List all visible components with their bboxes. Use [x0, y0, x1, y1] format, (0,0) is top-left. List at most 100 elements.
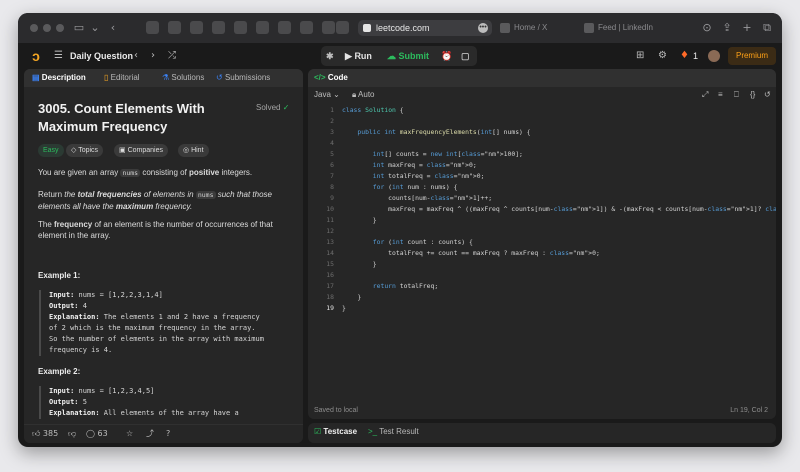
leetcode-logo[interactable]: ↄ	[28, 48, 44, 64]
code-line[interactable]: ​	[342, 138, 776, 149]
like-button[interactable]: 👍︎ 385	[32, 428, 58, 440]
help-icon[interactable]: ?	[166, 428, 170, 440]
submit-label: Submit	[398, 51, 430, 61]
problem-list-icon[interactable]: ☰	[54, 48, 63, 64]
chip-label: Topics	[78, 147, 99, 154]
code-line[interactable]: }	[342, 259, 776, 270]
alarm-icon[interactable]: ⏰	[441, 49, 452, 63]
code-line[interactable]: int totalFreq = class="nm">0;	[342, 171, 776, 182]
solved-label: Solved	[256, 103, 281, 112]
extension-icon[interactable]	[256, 21, 269, 34]
back-icon[interactable]: ‹	[106, 21, 120, 35]
share-icon[interactable]: ⤴	[146, 428, 154, 440]
tab-code[interactable]: </> Code	[314, 69, 348, 87]
comments-button[interactable]: ◯ 63	[86, 428, 108, 440]
extension-icon[interactable]	[190, 21, 203, 34]
code-lines[interactable]: class Solution {​ public int maxFrequenc…	[342, 105, 776, 314]
minimize-window-button[interactable]	[43, 24, 51, 32]
debug-icon[interactable]: ✱	[326, 49, 334, 63]
code-line[interactable]: ​	[342, 226, 776, 237]
notes-icon[interactable]: ▢	[461, 49, 470, 63]
mode-toggle[interactable]: 🔒︎ Auto	[352, 89, 375, 101]
code-line[interactable]: counts[num-class="nm">1]++;	[342, 193, 776, 204]
run-label: Run	[354, 51, 372, 61]
code-line[interactable]: int[] counts = new int[class="nm">100];	[342, 149, 776, 160]
tab-title: Home / X	[514, 23, 548, 32]
code-line[interactable]: return totalFreq;	[342, 281, 776, 292]
language-select[interactable]: Java ⌄	[314, 89, 340, 101]
extension-icon[interactable]	[168, 21, 181, 34]
line-number: 5	[330, 150, 334, 158]
chevron-down-icon[interactable]: ⌄	[88, 21, 102, 35]
dislike-icon[interactable]: 👎︎	[68, 428, 76, 440]
submit-button[interactable]: ☁ Submit	[387, 49, 429, 63]
browser-tab[interactable]: Home / X	[500, 20, 580, 36]
bookmark-icon[interactable]: ⎕	[734, 89, 739, 101]
line-number: 18	[326, 293, 334, 301]
reset-icon[interactable]: ↺	[764, 89, 771, 101]
code-line[interactable]: }	[342, 292, 776, 303]
settings-icon[interactable]: ⚙	[658, 48, 667, 64]
zoom-window-button[interactable]	[56, 24, 64, 32]
tab-solutions[interactable]: ⚗ Solutions	[162, 69, 204, 87]
streak-count[interactable]: 1	[693, 49, 698, 63]
language-label: Java	[314, 90, 331, 99]
extension-icon[interactable]	[212, 21, 225, 34]
code-line[interactable]: }	[342, 215, 776, 226]
tab-label: Description	[41, 73, 86, 82]
code-editor[interactable]: 1 2 3 4 5 6 7 8 9 10 11 12 13 14 15 16 17 18 19 class Solu…	[308, 105, 776, 395]
layout-grid-icon[interactable]: ⊞	[636, 48, 644, 64]
companies-chip[interactable]: ▣ Companies	[114, 144, 168, 157]
new-tab-icon[interactable]: +	[740, 21, 754, 35]
code-line[interactable]: for (int num : nums) {	[342, 182, 776, 193]
avatar[interactable]	[708, 50, 720, 62]
tab-label: Solutions	[171, 73, 205, 82]
close-window-button[interactable]	[30, 24, 38, 32]
browser-tab[interactable]: Feed | LinkedIn	[584, 20, 684, 36]
tab-testcase[interactable]: ☑ Testcase	[314, 423, 357, 441]
code-line[interactable]: maxFreq = maxFreq ^ ((maxFreq ^ counts[n…	[342, 204, 776, 215]
sidebar-icon[interactable]: ▭	[72, 21, 86, 35]
prev-problem-icon[interactable]: ‹	[134, 48, 138, 64]
tab-overview-icon[interactable]: ⧉	[760, 21, 774, 35]
tab-test-result[interactable]: >_ Test Result	[368, 423, 419, 441]
extension-icon[interactable]	[278, 21, 291, 34]
extension-icon[interactable]	[322, 21, 335, 34]
star-icon[interactable]: ☆	[126, 428, 133, 440]
extension-icon[interactable]	[234, 21, 247, 34]
next-problem-icon[interactable]: ›	[151, 48, 155, 64]
address-bar[interactable]: leetcode.com •••	[358, 20, 492, 36]
terminal-icon: >_	[368, 427, 378, 436]
download-icon[interactable]: ⊙	[700, 21, 714, 35]
premium-button[interactable]: Premium	[728, 47, 776, 65]
tab-description[interactable]: ▤ Description	[32, 69, 86, 87]
inline-code: nums	[195, 191, 216, 199]
extension-icon[interactable]	[300, 21, 313, 34]
example-key: Explanation:	[49, 313, 100, 321]
code-line[interactable]: totalFreq += count == maxFreq ? maxFreq …	[342, 248, 776, 259]
document-icon: ▤	[32, 73, 40, 82]
expand-icon[interactable]: ⤢	[702, 89, 708, 101]
topics-chip[interactable]: ◇ Topics	[66, 144, 104, 157]
extension-icon[interactable]	[336, 21, 349, 34]
flask-icon: ⚗	[162, 73, 170, 82]
line-number: 15	[326, 260, 334, 268]
hint-chip[interactable]: ◎ Hint	[178, 144, 209, 157]
problem-list-title[interactable]: Daily Question	[70, 49, 133, 63]
shuffle-icon[interactable]: ⤮	[168, 48, 176, 64]
run-button[interactable]: ▶ Run	[345, 49, 372, 63]
code-line[interactable]: class Solution {	[342, 105, 776, 116]
braces-icon[interactable]: {}	[750, 89, 755, 101]
extension-icon[interactable]	[146, 21, 159, 34]
code-line[interactable]: public int maxFrequencyElements(int[] nu…	[342, 127, 776, 138]
code-line[interactable]: int maxFreq = class="nm">0;	[342, 160, 776, 171]
more-icon[interactable]: •••	[478, 23, 488, 33]
share-icon[interactable]: ⇪	[720, 21, 734, 35]
code-line[interactable]: for (int count : counts) {	[342, 237, 776, 248]
tab-editorial[interactable]: ▯ Editorial	[104, 69, 140, 87]
code-line[interactable]: ​	[342, 116, 776, 127]
code-line[interactable]: ​	[342, 270, 776, 281]
tab-submissions[interactable]: ↺ Submissions	[216, 69, 270, 87]
code-line[interactable]: }	[342, 303, 776, 314]
format-icon[interactable]: ≡	[718, 89, 723, 101]
